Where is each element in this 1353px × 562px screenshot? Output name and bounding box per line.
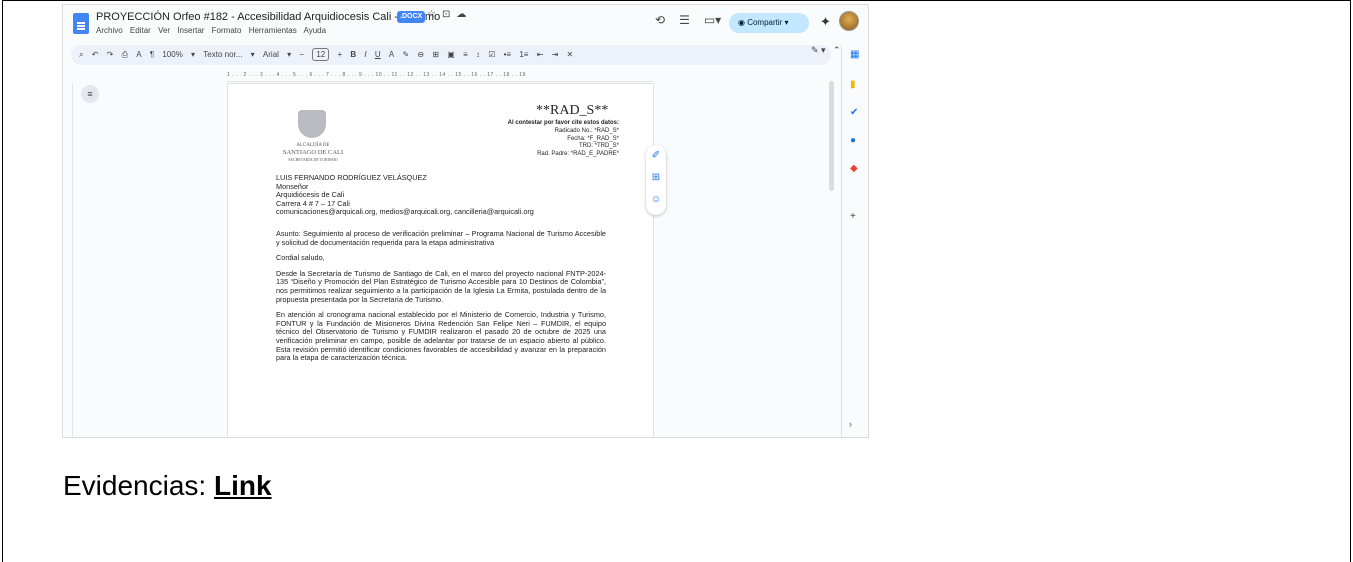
align-icon[interactable]: ≡ (463, 45, 468, 65)
italic-icon[interactable]: I (364, 45, 366, 65)
menu-editar[interactable]: Editar (130, 26, 151, 35)
chevron-down-icon: ▾ (250, 50, 255, 59)
menu-ayuda[interactable]: Ayuda (304, 26, 327, 35)
keep-icon[interactable]: ▮ (850, 79, 856, 90)
zoom-select[interactable]: 100% (162, 45, 182, 65)
contacts-icon[interactable]: ● (850, 135, 856, 146)
emoji-reaction-icon[interactable]: ☺ (646, 189, 666, 211)
line-spacing-icon[interactable]: ↕ (476, 45, 480, 65)
rad-line: Rad. Padre: *RAD_E_PADRE* (537, 151, 619, 158)
image-icon[interactable]: ▣ (447, 45, 455, 65)
highlight-icon[interactable]: ✎ (402, 45, 409, 65)
menu-formato[interactable]: Formato (212, 26, 242, 35)
outline-icon[interactable]: ≡ (81, 85, 99, 103)
bullet-list-icon[interactable]: •≡ (504, 45, 511, 65)
document-title[interactable]: PROYECCIÓN Orfeo #182 - Accesibilidad Ar… (96, 11, 440, 23)
paragraph-1: Desde la Secretaría de Turismo de Santia… (276, 268, 606, 304)
subject-paragraph: Asunto: Seguimiento al proceso de verifi… (276, 228, 606, 247)
link-icon[interactable]: ⊖ (417, 45, 424, 65)
undo-icon[interactable]: ↶ (92, 45, 99, 65)
text-color-icon[interactable]: A (389, 45, 394, 65)
vertical-ruler[interactable] (63, 83, 73, 437)
rad-block: Al contestar por favor cite estos datos:… (508, 120, 619, 159)
docx-badge: .DOCX (397, 11, 426, 23)
increase-size-button[interactable]: + (337, 45, 342, 65)
title-icons: ☆⊡☁ (427, 9, 472, 20)
search-icon[interactable]: ⌕ (79, 45, 83, 65)
floating-tools: ✐ ⊞ ☺ (646, 145, 666, 215)
address-line: comunicaciones@arquicali.org, medios@arq… (276, 207, 534, 217)
comments-icon[interactable]: ☰ (679, 13, 690, 27)
toolbar: ⌕ ↶ ↷ ⎙ A ¶ 100% ▾ Texto nor... ▾ Arial … (71, 45, 831, 65)
rad-title: **RAD_S** (536, 103, 609, 118)
spellcheck-icon[interactable]: A (136, 45, 141, 65)
folder-icon[interactable]: ⊡ (442, 9, 456, 20)
chevron-right-icon[interactable]: › (849, 419, 852, 429)
share-label: Compartir (747, 18, 783, 27)
comment-icon[interactable]: ⊞ (432, 45, 439, 65)
header-actions: ⟲ ☰ ▭▾ (655, 13, 735, 27)
menu-insertar[interactable]: Insertar (177, 26, 204, 35)
suggest-edit-icon[interactable]: ✐ (646, 145, 666, 167)
paint-format-icon[interactable]: ¶ (150, 45, 154, 65)
print-icon[interactable]: ⎙ (122, 45, 128, 65)
chevron-down-icon: ▾ (191, 50, 196, 59)
add-icon[interactable]: + (850, 211, 856, 222)
letter-body: LUIS FERNANDO RODRÍGUEZ VELÁSQUEZ Monseñ… (276, 173, 606, 370)
rad-intro: Al contestar por favor cite estos datos: (507, 120, 619, 126)
star-icon[interactable]: ☆ (427, 9, 442, 20)
address-line: LUIS FERNANDO RODRÍGUEZ VELÁSQUEZ (276, 173, 427, 182)
horizontal-ruler[interactable]: 1 . . . 2 . . . 3 . . . 4 . . . 5 . . . … (227, 68, 652, 82)
style-select[interactable]: Texto nor... (203, 45, 242, 65)
paragraph-2: En atención al cronograma nacional estab… (276, 310, 606, 363)
title-bar: PROYECCIÓN Orfeo #182 - Accesibilidad Ar… (63, 5, 868, 43)
crest-caption: ALCALDÍA DE SANTIAGO DE CALI SECRETARÍA … (276, 142, 350, 163)
menu-bar: Archivo Editar Ver Insertar Formato Herr… (96, 26, 331, 35)
rad-line: Fecha: *F_RAD_S* (567, 135, 619, 142)
calendar-icon[interactable]: ▦ (850, 49, 859, 60)
numbered-list-icon[interactable]: 1≡ (519, 45, 528, 65)
maps-icon[interactable]: ◆ (850, 163, 858, 174)
crest-line-2: SANTIAGO DE CALI (282, 149, 344, 156)
add-comment-icon[interactable]: ⊞ (646, 167, 666, 189)
greeting: Cordial saludo, (276, 253, 325, 263)
crest-line-3: SECRETARÍA DE TURISMO (288, 157, 338, 162)
lock-icon: ◉ (738, 18, 748, 27)
menu-ver[interactable]: Ver (158, 26, 170, 35)
google-docs-screenshot: PROYECCIÓN Orfeo #182 - Accesibilidad Ar… (62, 4, 869, 438)
clear-format-icon[interactable]: ✕ (567, 45, 574, 65)
evidence-link[interactable]: Link (214, 470, 272, 501)
font-select[interactable]: Arial (263, 45, 279, 65)
docs-logo-icon[interactable] (73, 13, 89, 34)
underline-icon[interactable]: U (375, 45, 381, 65)
history-icon[interactable]: ⟲ (655, 13, 665, 27)
cloud-icon[interactable]: ☁ (456, 9, 472, 20)
font-size-input[interactable]: 12 (312, 48, 330, 61)
scrollbar[interactable] (829, 81, 834, 191)
share-button[interactable]: ◉ Compartir ▾ (729, 13, 809, 33)
checklist-icon[interactable]: ☑ (488, 45, 495, 65)
recipient-address: LUIS FERNANDO RODRÍGUEZ VELÁSQUEZ Monseñ… (276, 173, 606, 217)
document-page[interactable]: ALCALDÍA DE SANTIAGO DE CALI SECRETARÍA … (227, 83, 654, 437)
decrease-size-button[interactable]: − (299, 45, 304, 65)
city-crest-icon (298, 110, 326, 138)
meet-icon[interactable]: ▭▾ (704, 13, 721, 27)
indent-decrease-icon[interactable]: ⇤ (537, 45, 544, 65)
side-panel: ▦ ▮ ✔ ● ◆ + (841, 45, 868, 437)
evidence-caption: Evidencias: Link (63, 470, 272, 502)
caption-prefix: Evidencias: (63, 470, 214, 501)
bold-icon[interactable]: B (350, 45, 356, 65)
menu-herramientas[interactable]: Herramientas (249, 26, 297, 35)
avatar[interactable] (839, 11, 859, 31)
redo-icon[interactable]: ↷ (107, 45, 114, 65)
menu-archivo[interactable]: Archivo (96, 26, 123, 35)
pen-mode-icon[interactable]: ✎ ▾ ⌃ (811, 45, 841, 56)
tasks-icon[interactable]: ✔ (850, 107, 858, 118)
crest-line-1: ALCALDÍA DE (296, 143, 330, 148)
indent-increase-icon[interactable]: ⇥ (552, 45, 559, 65)
rad-line: TRD: *TRD_S* (578, 143, 619, 150)
gemini-icon[interactable]: ✦ (820, 14, 831, 30)
rad-line: Radicado No.: *RAD_S* (554, 127, 619, 134)
chevron-down-icon: ▾ (287, 50, 292, 59)
